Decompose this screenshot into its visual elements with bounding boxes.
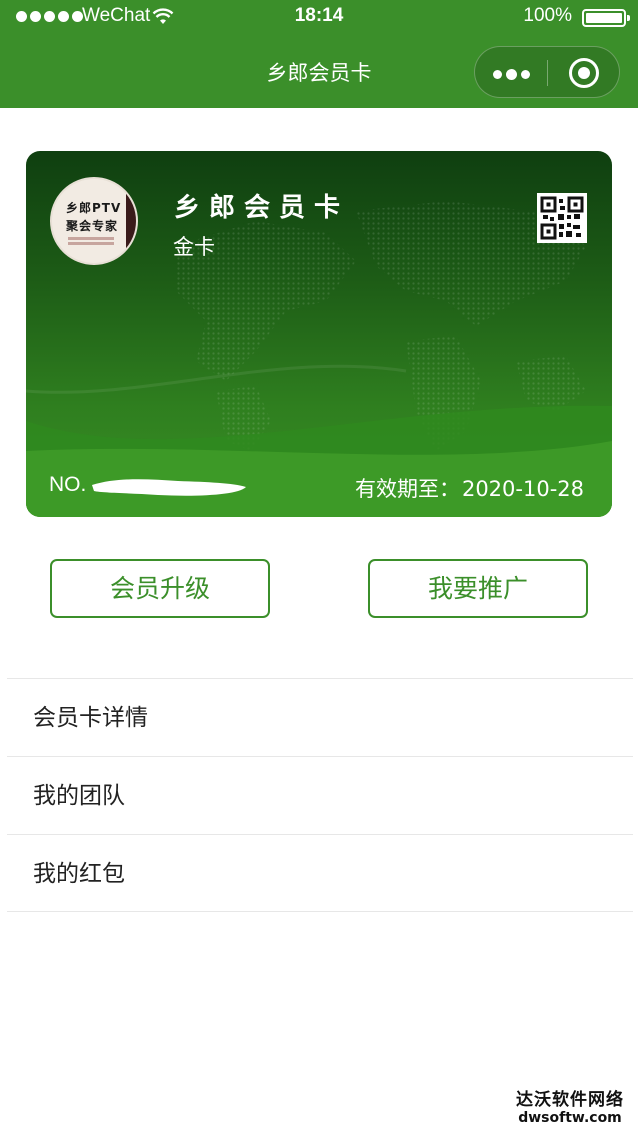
card-number: NO. — [49, 473, 86, 497]
more-icon[interactable] — [493, 68, 533, 80]
menu-item-my-team[interactable]: 我的团队 — [7, 756, 633, 834]
capsule-divider — [547, 60, 548, 86]
battery-percent: 100% — [523, 5, 572, 26]
membership-card[interactable]: 乡郎PTV 聚会专家 乡郎会员卡 金卡 NO. 有效期至：2020-10-28 — [26, 151, 612, 517]
logo-line1: 乡郎PTV — [66, 201, 122, 215]
close-icon[interactable] — [569, 58, 599, 88]
card-level: 金卡 — [173, 235, 215, 259]
upgrade-button[interactable]: 会员升级 — [50, 559, 270, 618]
card-logo: 乡郎PTV 聚会专家 — [50, 177, 138, 265]
top-bar: WeChat 18:14 100% 乡郎会员卡 — [0, 0, 638, 108]
status-bar: WeChat 18:14 100% — [0, 0, 638, 34]
battery-icon — [582, 9, 630, 27]
menu-item-card-details[interactable]: 会员卡详情 — [7, 678, 633, 756]
watermark-line1: 达沃软件网络 — [516, 1090, 624, 1110]
qr-code-icon[interactable] — [537, 193, 587, 243]
card-number-prefix: NO. — [49, 473, 87, 496]
card-name: 乡郎会员卡 — [174, 193, 350, 223]
promote-button[interactable]: 我要推广 — [368, 559, 588, 618]
menu-list: 会员卡详情 我的团队 我的红包 — [7, 678, 633, 912]
expiry-date: 2020-10-28 — [461, 477, 584, 501]
card-expiry: 有效期至：2020-10-28 — [355, 473, 584, 503]
expiry-label: 有效期至： — [354, 477, 460, 501]
menu-item-my-red-packets[interactable]: 我的红包 — [7, 834, 633, 912]
watermark: 达沃软件网络 dwsoftw.com — [516, 1085, 624, 1126]
logo-image-strip — [126, 193, 136, 253]
logo-fine-print — [68, 237, 114, 240]
redaction-scribble — [92, 479, 246, 496]
logo-line2: 聚会专家 — [66, 219, 119, 233]
watermark-line2: dwsoftw.com — [518, 1110, 622, 1126]
mini-program-capsule — [474, 46, 620, 98]
